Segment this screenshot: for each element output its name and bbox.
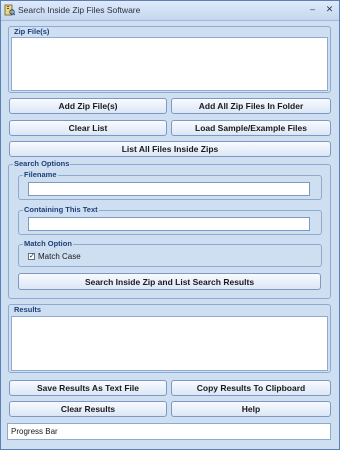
progress-bar-label: Progress Bar bbox=[11, 427, 58, 436]
title-bar: Search Inside Zip Files Software – ✕ bbox=[1, 1, 339, 21]
add-zip-files-button[interactable]: Add Zip File(s) bbox=[9, 98, 167, 114]
minimize-icon[interactable]: – bbox=[307, 4, 318, 14]
filename-input[interactable] bbox=[28, 182, 310, 196]
help-label: Help bbox=[241, 404, 261, 414]
results-label: Results bbox=[13, 305, 43, 314]
progress-bar: Progress Bar bbox=[7, 423, 331, 440]
clear-list-label: Clear List bbox=[68, 123, 108, 133]
results-list[interactable] bbox=[11, 316, 328, 371]
filename-label: Filename bbox=[23, 170, 58, 179]
help-button[interactable]: Help bbox=[171, 401, 331, 417]
add-all-zip-files-button[interactable]: Add All Zip Files In Folder bbox=[171, 98, 331, 114]
copy-results-button[interactable]: Copy Results To Clipboard bbox=[171, 380, 331, 396]
load-sample-label: Load Sample/Example Files bbox=[195, 123, 307, 133]
search-button-label: Search Inside Zip and List Search Result… bbox=[84, 276, 255, 287]
window-title: Search Inside Zip Files Software bbox=[18, 5, 141, 15]
list-all-files-button[interactable]: List All Files Inside Zips bbox=[9, 141, 331, 157]
search-button[interactable]: Search Inside Zip and List Search Result… bbox=[18, 273, 321, 290]
match-case-label: Match Case bbox=[38, 252, 81, 261]
app-window: Search Inside Zip Files Software – ✕ Zip… bbox=[0, 0, 340, 450]
zip-files-list[interactable] bbox=[11, 37, 328, 91]
add-zip-files-label: Add Zip File(s) bbox=[58, 101, 118, 111]
checkmark-icon: ✓ bbox=[29, 253, 35, 260]
clear-results-button[interactable]: Clear Results bbox=[9, 401, 167, 417]
clear-list-button[interactable]: Clear List bbox=[9, 120, 167, 136]
match-case-checkbox[interactable]: ✓ bbox=[28, 253, 35, 260]
containing-text-label: Containing This Text bbox=[23, 205, 99, 214]
add-all-zip-files-label: Add All Zip Files In Folder bbox=[198, 101, 304, 111]
clear-results-label: Clear Results bbox=[60, 404, 116, 414]
containing-text-input[interactable] bbox=[28, 217, 310, 231]
copy-results-label: Copy Results To Clipboard bbox=[196, 383, 306, 393]
close-icon[interactable]: ✕ bbox=[324, 4, 335, 14]
save-results-button[interactable]: Save Results As Text File bbox=[9, 380, 167, 396]
app-icon bbox=[4, 4, 15, 16]
save-results-label: Save Results As Text File bbox=[36, 383, 140, 393]
zip-files-label: Zip File(s) bbox=[13, 27, 51, 36]
load-sample-button[interactable]: Load Sample/Example Files bbox=[171, 120, 331, 136]
search-options-label: Search Options bbox=[13, 159, 71, 168]
list-all-files-label: List All Files Inside Zips bbox=[121, 144, 219, 154]
match-option-label: Match Option bbox=[23, 239, 73, 248]
